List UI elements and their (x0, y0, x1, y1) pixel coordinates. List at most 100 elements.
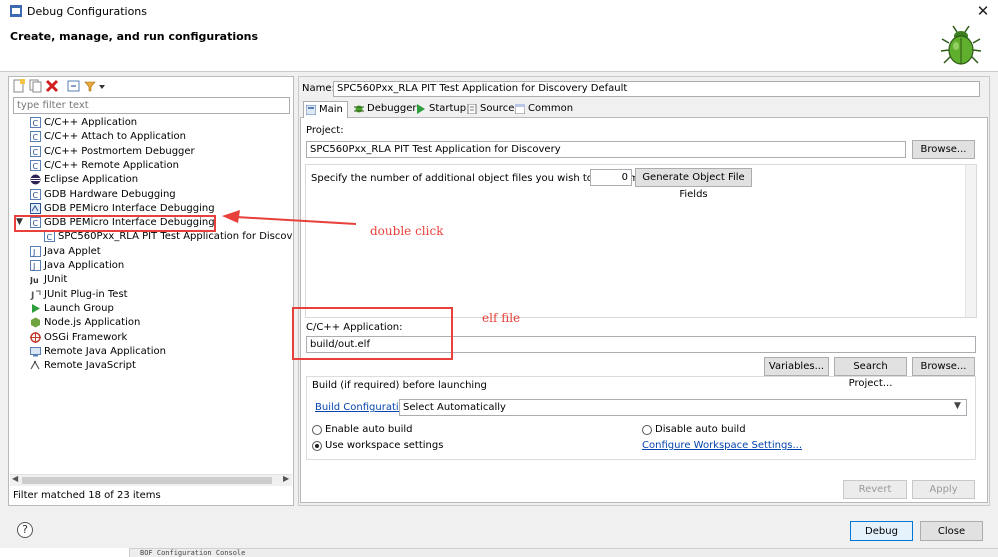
help-icon[interactable]: ? (17, 522, 33, 538)
tab-debugger[interactable]: Debugger (352, 101, 417, 117)
apply-button[interactable]: Apply (912, 480, 975, 499)
use-workspace-settings-label: Use workspace settings (325, 440, 444, 451)
c-config-icon: C (30, 145, 41, 157)
junit-icon: Ju (30, 276, 39, 285)
tree-item-label: GDB PEMicro Interface Debugging (44, 202, 215, 214)
configure-workspace-settings-link[interactable]: Configure Workspace Settings... (642, 440, 802, 451)
tree-item[interactable]: C C/C++ Attach to Application (28, 130, 292, 144)
project-browse-button[interactable]: Browse... (912, 140, 975, 159)
chevron-down-icon[interactable]: ▼ (954, 401, 961, 411)
tree-item[interactable]: Node.js Application (28, 316, 292, 330)
tab-startup[interactable]: Startup (414, 101, 466, 117)
nodejs-icon (31, 317, 40, 328)
new-config-icon[interactable] (12, 79, 26, 93)
name-field[interactable]: SPC560Pxx_RLA PIT Test Application for D… (333, 81, 980, 97)
tree-item-label: Launch Group (44, 302, 114, 314)
close-window-icon[interactable]: ✕ (972, 1, 994, 21)
c-config-icon: C (30, 117, 41, 128)
tree-item[interactable]: Ju JUnit (28, 273, 292, 287)
tab-main[interactable]: Main (303, 101, 348, 118)
generate-object-file-fields-button[interactable]: Generate Object File Fields (635, 168, 752, 200)
svg-text:J: J (30, 291, 34, 300)
tree-item-label: Java Application (44, 260, 125, 271)
remote-java-icon (30, 346, 41, 357)
tree-item-label: JUnit Plug-in Test (44, 288, 128, 300)
application-browse-button[interactable]: Browse... (912, 357, 975, 376)
tree-item[interactable]: C C/C++ Postmortem Debugger (28, 145, 292, 159)
tree-item[interactable]: J JUnit Plug-in Test (28, 288, 292, 302)
delete-config-icon[interactable] (45, 79, 59, 93)
osgi-icon (30, 331, 41, 343)
svg-text:J: J (32, 248, 35, 257)
close-button[interactable]: Close (920, 521, 983, 541)
title-bar (0, 0, 998, 22)
startup-tab-icon (417, 104, 425, 114)
svg-text:Ju: Ju (30, 276, 39, 285)
duplicate-config-icon[interactable] (29, 79, 43, 93)
svg-text:C: C (47, 233, 53, 242)
tab-common[interactable]: Common (513, 101, 573, 117)
enable-auto-build-radio[interactable] (312, 425, 322, 435)
debug-button[interactable]: Debug (850, 521, 913, 541)
debugger-tab-icon (354, 105, 364, 113)
java-icon: J (30, 245, 41, 257)
left-window-edge (0, 72, 7, 548)
pemicro-icon (30, 202, 41, 214)
main-tab-icon (306, 105, 316, 115)
use-workspace-settings-radio[interactable] (312, 441, 322, 451)
collapse-all-icon[interactable] (67, 79, 81, 93)
common-tab-icon (515, 104, 525, 114)
tree-item[interactable]: C C/C++ Remote Application (28, 159, 292, 173)
tree-item[interactable]: Eclipse Application (28, 173, 292, 187)
source-tab-icon (467, 104, 477, 114)
c-config-icon: C (30, 131, 41, 143)
object-files-count-field[interactable]: 0 (590, 169, 632, 186)
variables-button[interactable]: Variables... (764, 357, 829, 376)
tab-label: Main (319, 104, 343, 115)
tab-label: Common (528, 103, 574, 114)
disable-auto-build-radio[interactable] (642, 425, 652, 435)
tree-item[interactable]: J Java Application (28, 259, 292, 273)
java-icon: J (30, 260, 41, 271)
tree-item-label: Eclipse Application (44, 174, 139, 186)
filter-status: Filter matched 18 of 23 items (13, 490, 161, 501)
tree-child-item[interactable]: C SPC560Pxx_RLA PIT Test Application for … (42, 230, 292, 244)
tab-label: Debugger (367, 103, 417, 114)
debug-config-app-icon (10, 5, 22, 17)
scroll-left-icon[interactable]: ◀ (12, 474, 18, 483)
tree-item-label: Node.js Application (44, 317, 141, 329)
tree-item-label: C/C++ Remote Application (44, 159, 179, 171)
filter-input[interactable] (13, 97, 290, 114)
scrollbar-thumb[interactable] (22, 477, 272, 484)
tab-label: Source (480, 103, 515, 114)
dialog-subtitle: Create, manage, and run configurations (10, 30, 259, 43)
tree-item-label: C/C++ Attach to Application (44, 131, 187, 143)
filter-icon[interactable] (84, 79, 106, 93)
object-files-scrollbar[interactable] (965, 165, 976, 317)
svg-text:C: C (33, 119, 39, 128)
tree-item[interactable]: C GDB Hardware Debugging (28, 188, 292, 202)
tree-item-label: JUnit (44, 274, 68, 286)
tree-item-label: Remote Java Application (44, 345, 166, 357)
tab-source[interactable]: Source (465, 101, 514, 117)
c-config-icon: C (30, 188, 41, 200)
tree-item[interactable]: Remote Java Application (28, 345, 292, 359)
disable-auto-build-label: Disable auto build (655, 424, 746, 435)
window-title: Debug Configurations (27, 5, 148, 18)
tree-item-label: OSGi Framework (44, 331, 128, 343)
revert-button[interactable]: Revert (843, 480, 907, 499)
tree-item[interactable]: Launch Group (28, 302, 292, 316)
tree-item[interactable]: OSGi Framework (28, 331, 292, 345)
build-configuration-select[interactable]: Select Automatically (399, 399, 967, 416)
junit-plugin-icon: J (30, 290, 41, 300)
tree-item[interactable]: C C/C++ Application (28, 116, 292, 130)
remote-js-icon (30, 360, 40, 370)
svg-text:C: C (33, 148, 39, 157)
search-project-button[interactable]: Search Project... (834, 357, 907, 389)
tree-item[interactable]: Remote JavaScript (28, 359, 292, 373)
scroll-right-icon[interactable]: ▶ (283, 474, 289, 483)
svg-text:C: C (33, 162, 39, 171)
tree-item[interactable]: J Java Applet (28, 245, 292, 259)
project-field[interactable]: SPC560Pxx_RLA PIT Test Application for D… (306, 141, 906, 158)
svg-text:C: C (33, 133, 39, 142)
